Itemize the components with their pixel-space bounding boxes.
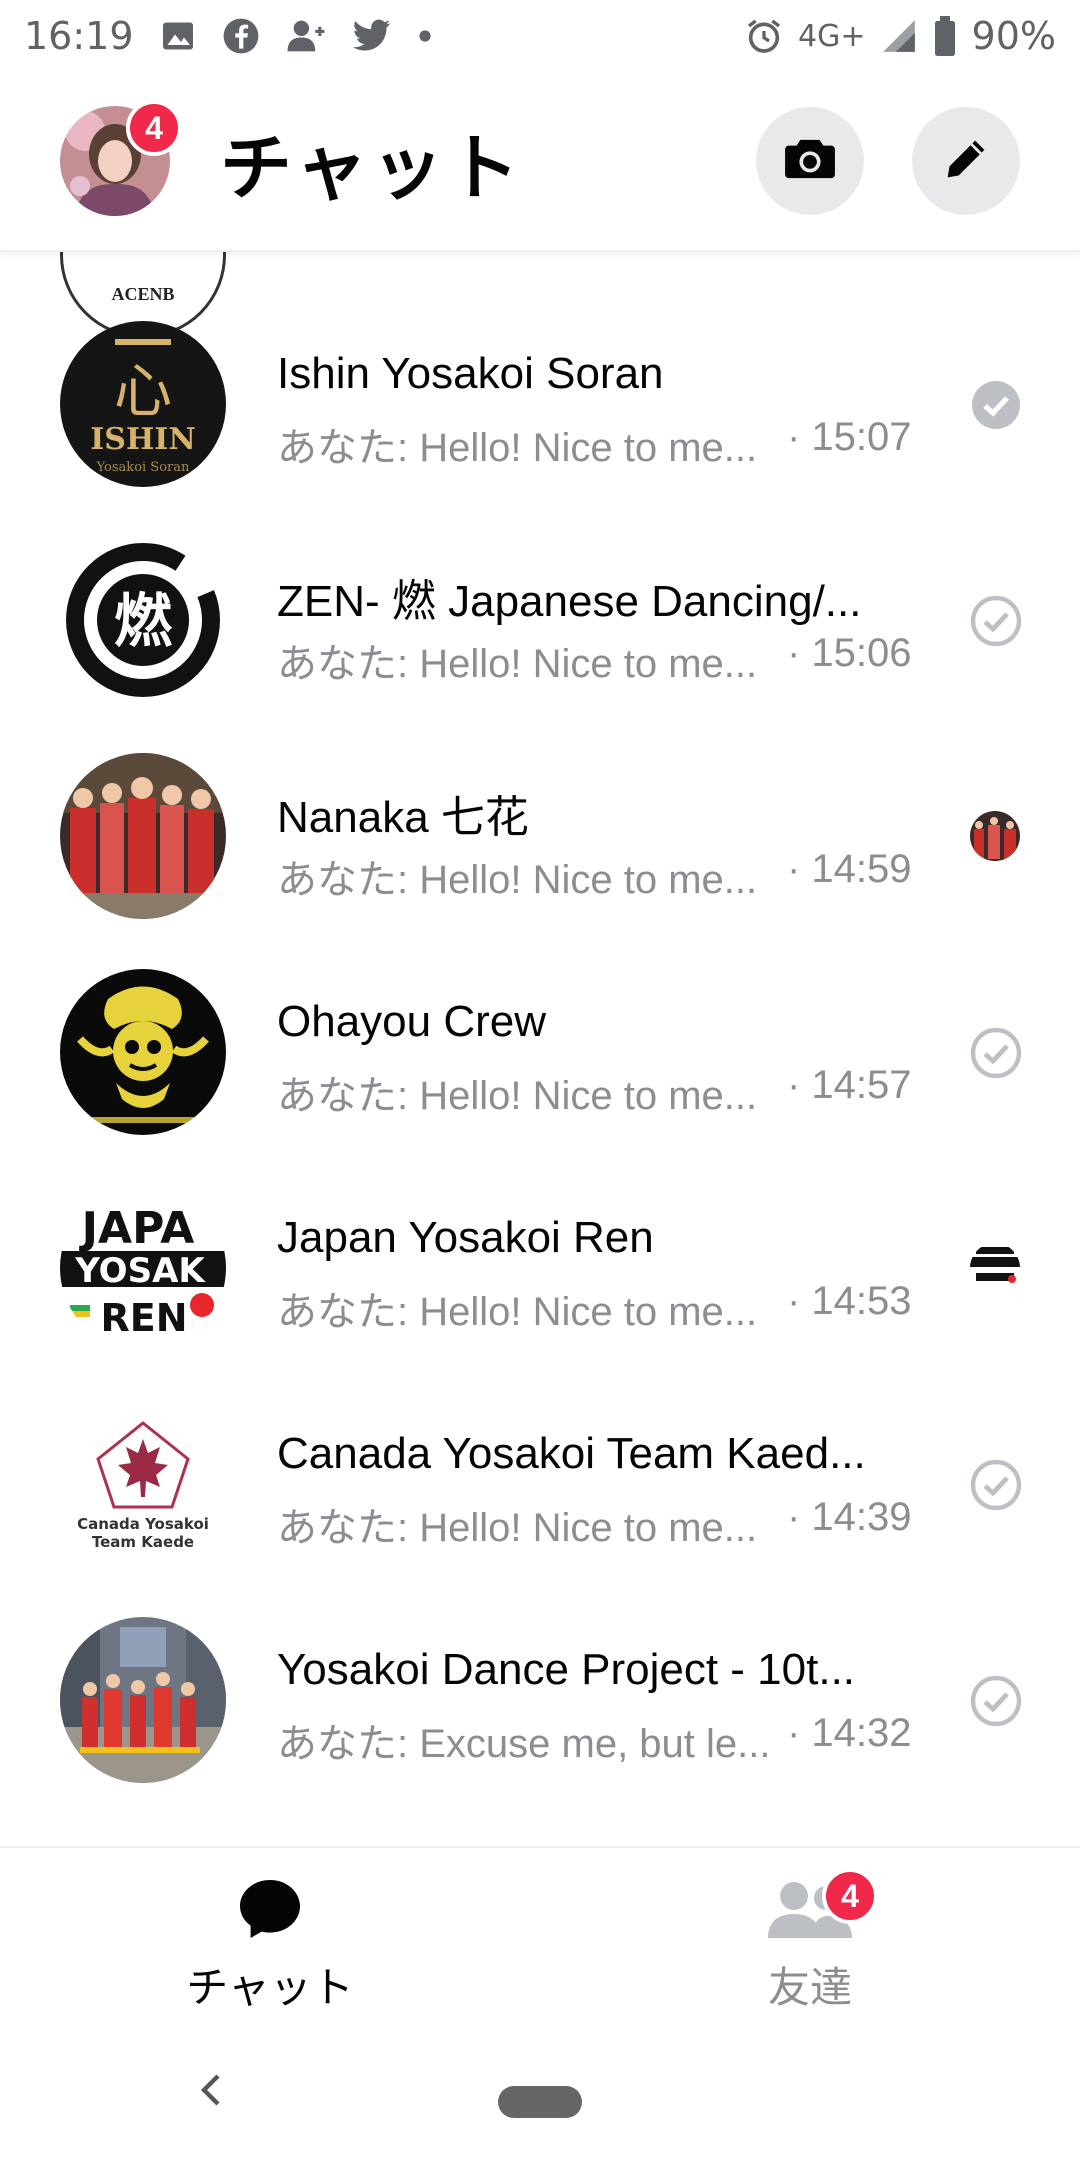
chat-preview: あなた: Excuse me, but le... [277,1722,767,1766]
page-title: チャット [220,125,524,210]
avatar-line-2: Team Kaede [92,1533,194,1551]
chat-time: · 15:06 [787,631,912,675]
chat-avatar [60,1617,226,1783]
chat-time: · 14:39 [787,1495,912,1539]
chat-subtitle: あなた: Excuse me, but le... · 14:32 [277,1711,937,1769]
chat-preview: あなた: Hello! Nice to me... [277,642,758,686]
chat-time: · 14:53 [787,1279,912,1323]
sent-check-icon [970,1027,1022,1079]
chat-row[interactable]: 心 ISHIN Yosakoi Soran Ishin Yosakoi Sora… [0,297,1080,513]
tab-friends-label: 友達 [767,1963,852,2012]
battery-percent: 90% [971,14,1056,58]
image-icon [160,18,196,54]
chat-preview: あなた: Hello! Nice to me... [277,1506,758,1550]
chat-avatar: 心 ISHIN Yosakoi Soran [60,321,226,487]
chat-time: · 15:07 [787,415,912,459]
avatar-glyph: 燃 [114,587,173,655]
chat-row[interactable]: 燃 ZEN- 燃 Japanese Dancing/... あなた: Hello… [0,513,1080,729]
chat-bubble-icon [237,1878,303,1944]
chat-row[interactable]: Nanaka 七花 あなた: Hello! Nice to me... · 14… [0,729,1080,945]
app-header: 4 チャット [0,72,1080,252]
chat-preview: あなた: Hello! Nice to me... [277,1074,758,1118]
chat-name: Ishin Yosakoi Soran [277,349,664,398]
status-time: 16:19 [24,14,134,58]
seen-avatar-icon [970,1243,1020,1293]
chat-row[interactable]: JAPA YOSAK REN Japan Yosakoi Ren あなた: He… [0,1161,1080,1377]
chat-avatar: Canada Yosakoi Team Kaede [60,1401,226,1567]
dot-icon [418,29,432,43]
chat-preview: あなた: Hello! Nice to me... [277,426,758,470]
chat-name: Nanaka 七花 [277,793,529,842]
system-navigation-bar [0,2026,1080,2160]
chat-name: Yosakoi Dance Project - 10t... [277,1645,856,1694]
seen-avatar-icon [970,811,1020,861]
chat-time: · 14:57 [787,1063,912,1107]
profile-button[interactable]: 4 [60,100,182,216]
chat-name: Canada Yosakoi Team Kaed... [277,1429,866,1478]
avatar-line-3: REN [100,1296,187,1340]
chat-subtitle: あなた: Hello! Nice to me... · 15:07 [277,415,937,473]
chat-subtitle: あなた: Hello! Nice to me... · 15:06 [277,631,937,689]
avatar-sub: Yosakoi Soran [96,460,190,475]
chat-time: · 14:32 [787,1711,912,1755]
avatar-glyph: 心 [114,357,172,425]
bottom-navigation: チャット 友達 4 [0,1846,1080,2026]
chat-avatar [60,753,226,919]
tab-friends[interactable]: 友達 4 [680,1868,940,2012]
chat-avatar [60,969,226,1135]
chat-preview: あなた: Hello! Nice to me... [277,858,758,902]
avatar-word: ISHIN [90,422,196,457]
chat-name: ZEN- 燃 Japanese Dancing/... [277,577,862,626]
alarm-icon [744,16,784,56]
sent-check-icon [970,379,1022,431]
chat-preview: あなた: Hello! Nice to me... [277,1290,758,1334]
signal-icon [880,17,918,55]
avatar-line-2: YOSAK [74,1251,206,1291]
camera-icon [783,136,837,186]
pencil-icon [944,137,988,185]
chat-subtitle: あなた: Hello! Nice to me... · 14:59 [277,847,937,905]
chat-row-partial[interactable]: ACENB [0,252,1080,338]
chat-subtitle: あなた: Hello! Nice to me... · 14:39 [277,1495,937,1553]
twitter-icon [352,19,392,53]
camera-button[interactable] [756,107,864,215]
chat-name: Japan Yosakoi Ren [277,1213,654,1262]
sent-check-icon [970,595,1022,647]
avatar-line-1: JAPA [79,1203,195,1254]
back-icon[interactable] [192,2070,232,2110]
chat-list[interactable]: ACENB 心 ISHIN Yosakoi Soran Ishin Yosako… [0,252,1080,1846]
facebook-icon [222,17,260,55]
tab-chats-label: チャット [186,1963,354,2012]
profile-notification-badge: 4 [126,100,182,156]
home-pill-button[interactable] [498,2086,582,2118]
friends-notification-badge: 4 [822,1868,878,1924]
chat-time: · 14:59 [787,847,912,891]
chat-subtitle: あなた: Hello! Nice to me... · 14:53 [277,1279,937,1337]
add-person-icon [286,17,326,55]
chat-subtitle: あなた: Hello! Nice to me... · 14:57 [277,1063,937,1121]
compose-button[interactable] [912,107,1020,215]
status-bar: 16:19 4G+ 90% [0,0,1080,72]
chat-avatar: 燃 [60,537,226,703]
chat-row[interactable]: Ohayou Crew あなた: Hello! Nice to me... · … [0,945,1080,1161]
chat-name: Ohayou Crew [277,997,547,1046]
chat-row[interactable]: Yosakoi Dance Project - 10t... あなた: Excu… [0,1593,1080,1809]
sent-check-icon [970,1675,1022,1727]
sent-check-icon [970,1459,1022,1511]
network-type: 4G+ [798,18,866,54]
chat-row[interactable]: Canada Yosakoi Team Kaede Canada Yosakoi… [0,1377,1080,1593]
battery-icon [932,16,958,56]
chat-avatar: JAPA YOSAK REN [60,1185,226,1351]
avatar-line-1: Canada Yosakoi [77,1515,209,1533]
tab-chats[interactable]: チャット [140,1878,400,2012]
